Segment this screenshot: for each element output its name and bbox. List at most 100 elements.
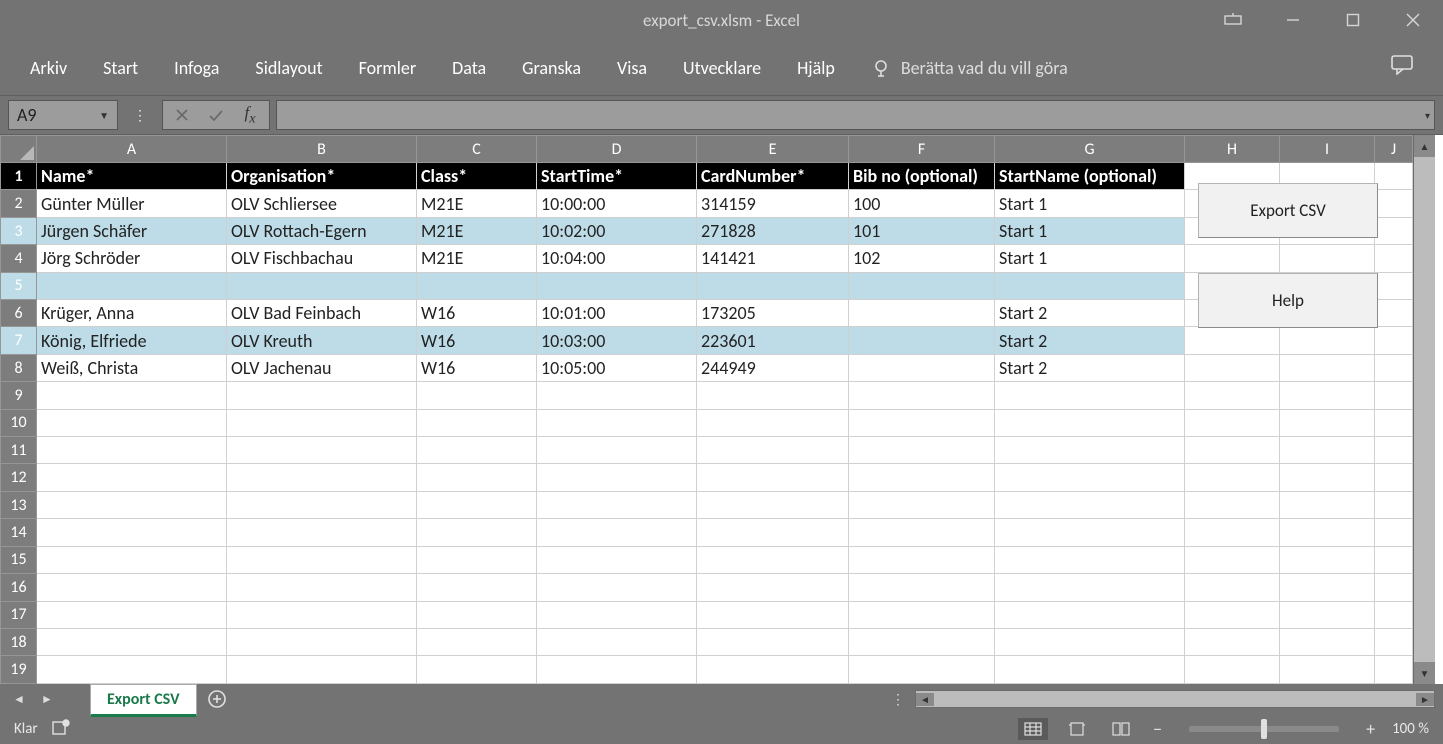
cell[interactable]: 10:02:00 (537, 217, 697, 244)
cell[interactable] (227, 491, 417, 518)
tell-me-search[interactable]: Berätta vad du vill göra (853, 57, 1086, 79)
row-header[interactable]: 4 (1, 245, 37, 272)
cell[interactable]: Günter Müller (37, 190, 227, 217)
row-header[interactable]: 12 (1, 464, 37, 491)
cell[interactable] (995, 519, 1185, 546)
cell[interactable] (849, 574, 995, 601)
table-row[interactable]: 15 (1, 546, 1413, 573)
zoom-thumb[interactable] (1261, 719, 1267, 739)
cell[interactable]: 10:03:00 (537, 327, 697, 354)
view-normal-icon[interactable] (1018, 718, 1048, 740)
cell[interactable] (1280, 628, 1375, 655)
cell[interactable] (849, 437, 995, 464)
cell[interactable] (849, 656, 995, 684)
cell[interactable] (1185, 628, 1280, 655)
cell[interactable] (1375, 354, 1413, 381)
cell[interactable] (697, 628, 849, 655)
row-header[interactable]: 8 (1, 354, 37, 381)
cell[interactable]: 314159 (697, 190, 849, 217)
vertical-scrollbar[interactable]: ▲ ▼ (1413, 135, 1435, 684)
row-header[interactable]: 2 (1, 190, 37, 217)
cell[interactable] (849, 546, 995, 573)
cell[interactable] (995, 656, 1185, 684)
cell[interactable]: Start 1 (995, 190, 1185, 217)
col-header-F[interactable]: F (849, 136, 995, 163)
cell[interactable] (417, 574, 537, 601)
cell[interactable] (1280, 354, 1375, 381)
cell[interactable]: OLV Kreuth (227, 327, 417, 354)
tab-sidlayout[interactable]: Sidlayout (237, 40, 340, 95)
cell[interactable] (849, 272, 995, 299)
cell[interactable] (995, 382, 1185, 409)
tab-utvecklare[interactable]: Utvecklare (665, 40, 779, 95)
cell[interactable]: 101 (849, 217, 995, 244)
cell[interactable] (1185, 437, 1280, 464)
cell[interactable]: 10:01:00 (537, 300, 697, 327)
cell[interactable] (1185, 245, 1280, 272)
cell[interactable]: Start 2 (995, 300, 1185, 327)
cell[interactable] (995, 409, 1185, 436)
chevron-down-icon[interactable]: ▼ (99, 109, 109, 122)
cell[interactable] (1375, 245, 1413, 272)
col-header-H[interactable]: H (1185, 136, 1280, 163)
table-row[interactable]: 19 (1, 656, 1413, 684)
cell[interactable]: W16 (417, 354, 537, 381)
cell[interactable] (1375, 601, 1413, 628)
cell[interactable]: 100 (849, 190, 995, 217)
table-row[interactable]: 13 (1, 491, 1413, 518)
cell[interactable] (1375, 409, 1413, 436)
cell[interactable] (1185, 382, 1280, 409)
cell[interactable]: Krüger, Anna (37, 300, 227, 327)
table-row[interactable]: 10 (1, 409, 1413, 436)
tab-infoga[interactable]: Infoga (156, 40, 237, 95)
cell[interactable] (849, 409, 995, 436)
cell[interactable] (1375, 300, 1413, 327)
scroll-track[interactable] (1414, 157, 1435, 662)
cell[interactable] (1280, 409, 1375, 436)
cell[interactable]: Jürgen Schäfer (37, 217, 227, 244)
minimize-button[interactable] (1263, 0, 1323, 40)
cell[interactable]: 141421 (697, 245, 849, 272)
row-header[interactable]: 5 (1, 272, 37, 299)
horizontal-scrollbar[interactable]: ◄ ► (915, 690, 1435, 708)
maximize-button[interactable] (1323, 0, 1383, 40)
cell[interactable] (417, 601, 537, 628)
cell[interactable] (417, 409, 537, 436)
row-header[interactable]: 11 (1, 437, 37, 464)
cell[interactable]: 173205 (697, 300, 849, 327)
cell[interactable] (227, 409, 417, 436)
col-header-A[interactable]: A (37, 136, 227, 163)
cell[interactable] (1375, 628, 1413, 655)
cell[interactable] (1375, 382, 1413, 409)
scroll-up-icon[interactable]: ▲ (1414, 135, 1435, 157)
cell[interactable] (1185, 574, 1280, 601)
table-row[interactable]: 18 (1, 628, 1413, 655)
cell[interactable]: Start 1 (995, 217, 1185, 244)
cell[interactable] (1375, 574, 1413, 601)
cell[interactable] (37, 601, 227, 628)
view-page-layout-icon[interactable] (1062, 718, 1092, 740)
cell[interactable] (537, 574, 697, 601)
cell[interactable] (1185, 491, 1280, 518)
cell[interactable] (697, 574, 849, 601)
cell[interactable] (1280, 382, 1375, 409)
row-header[interactable]: 16 (1, 574, 37, 601)
cell[interactable] (995, 464, 1185, 491)
cell[interactable]: König, Elfriede (37, 327, 227, 354)
formula-input[interactable]: ▾ (276, 100, 1435, 130)
cell[interactable] (1280, 491, 1375, 518)
cell[interactable]: Start 1 (995, 245, 1185, 272)
cell[interactable] (697, 656, 849, 684)
cell[interactable] (537, 382, 697, 409)
enter-icon[interactable] (201, 102, 231, 128)
cell[interactable] (1280, 245, 1375, 272)
cell[interactable] (227, 656, 417, 684)
sheet-tab-active[interactable]: Export CSV (90, 684, 197, 717)
kebab-icon[interactable]: ⋮ (124, 100, 156, 130)
col-header-E[interactable]: E (697, 136, 849, 163)
cell[interactable] (849, 491, 995, 518)
cell[interactable] (417, 656, 537, 684)
cell[interactable] (37, 628, 227, 655)
cell[interactable] (849, 601, 995, 628)
cell[interactable]: OLV Jachenau (227, 354, 417, 381)
